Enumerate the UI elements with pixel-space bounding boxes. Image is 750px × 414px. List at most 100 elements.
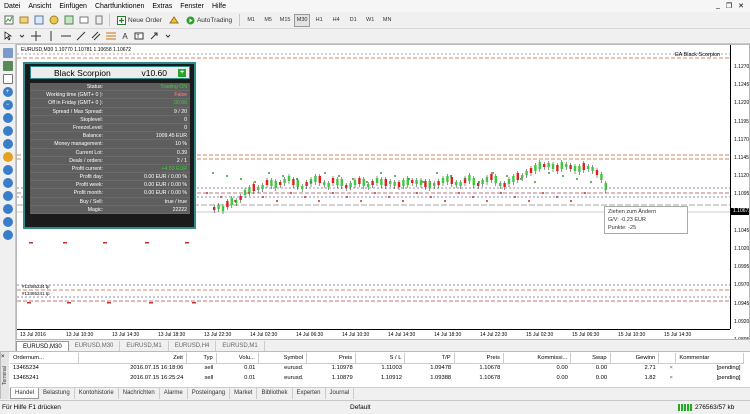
candlestick-icon[interactable] xyxy=(2,60,13,71)
timeframe-m1[interactable]: M1 xyxy=(243,14,259,27)
chevron-down-icon[interactable] xyxy=(16,30,28,43)
tester-icon[interactable] xyxy=(92,14,106,27)
column-header[interactable]: Symbol xyxy=(258,353,308,364)
table-row[interactable]: 13465234 2016.07.15 16:18:06 sell 0.01 eurus… xyxy=(10,363,744,373)
trendline-icon[interactable] xyxy=(74,30,88,43)
terminal-tab[interactable]: Posteingang xyxy=(188,388,231,399)
terminal-tab[interactable]: Bibliothek xyxy=(257,388,293,399)
column-header[interactable]: Typ xyxy=(186,353,217,364)
timeframe-m5[interactable]: M5 xyxy=(260,14,276,27)
fibonacci-icon[interactable] xyxy=(104,30,118,43)
order-line-label[interactable]: #13465234 tp xyxy=(22,284,50,289)
data-window-icon[interactable] xyxy=(47,14,61,27)
bar-chart-icon[interactable] xyxy=(2,47,13,58)
new-order-button[interactable]: Neue Order xyxy=(113,14,166,27)
table-row[interactable]: 13465241 2016.07.15 16:25:24 sell 0.01 eurus… xyxy=(10,373,744,383)
expand-plus-icon[interactable]: + xyxy=(178,69,186,77)
tile-windows-icon[interactable] xyxy=(2,112,13,123)
line-chart-icon[interactable] xyxy=(2,73,13,84)
column-header[interactable]: Kommentar xyxy=(675,353,744,364)
close-icon[interactable]: × xyxy=(1,354,5,360)
periods-icon[interactable] xyxy=(2,164,13,175)
price-axis[interactable]: 1.1270 1.1245 1.1220 1.1195 1.1170 1.1145 1.11… xyxy=(730,45,749,339)
label-icon[interactable]: T xyxy=(132,30,146,43)
table-cell: 0.00 xyxy=(595,375,608,381)
column-header[interactable]: Preis xyxy=(454,353,504,364)
terminal-tab[interactable]: Journal xyxy=(326,388,355,399)
terminal-tab[interactable]: Market xyxy=(230,388,258,399)
terminal-tab[interactable]: Nachrichten xyxy=(119,388,160,399)
menu-chartfunktionen[interactable]: Chartfunktionen xyxy=(91,3,148,10)
column-header[interactable]: Volu... xyxy=(216,353,259,364)
timeframe-m15[interactable]: M15 xyxy=(277,14,293,27)
arrows-icon[interactable] xyxy=(147,30,161,43)
column-header[interactable]: Ordernum... xyxy=(10,353,79,364)
crosshair-icon[interactable] xyxy=(29,30,43,43)
menu-datei[interactable]: Datei xyxy=(0,3,24,10)
profiles-icon[interactable] xyxy=(17,14,31,27)
vertical-line-icon[interactable] xyxy=(44,30,58,43)
menu-extras[interactable]: Extras xyxy=(148,3,176,10)
cursor-icon[interactable] xyxy=(2,30,15,43)
terminal-tab[interactable]: Experten xyxy=(293,388,326,399)
text-icon[interactable]: A xyxy=(119,30,131,43)
equidistant-channel-icon[interactable] xyxy=(89,30,103,43)
timeframe-w1[interactable]: W1 xyxy=(362,14,378,27)
column-header[interactable]: Kommissi... xyxy=(503,353,572,364)
close-button[interactable]: ✕ xyxy=(738,2,744,10)
clock-icon[interactable] xyxy=(2,203,13,214)
close-order-icon[interactable]: × xyxy=(659,373,676,383)
zoom-in-icon[interactable]: + xyxy=(2,86,13,97)
column-header[interactable] xyxy=(658,353,677,364)
menu-einfuegen[interactable]: Einfügen xyxy=(55,3,91,10)
terminal-tab[interactable]: Handel xyxy=(10,388,40,399)
refresh-icon[interactable] xyxy=(2,229,13,240)
chart-tab[interactable]: EURUSD,M30 xyxy=(69,341,121,351)
navigator-icon[interactable] xyxy=(62,14,76,27)
column-header[interactable]: S / L xyxy=(355,353,406,364)
timeframe-h1[interactable]: H1 xyxy=(311,14,327,27)
zoom-out-icon[interactable]: − xyxy=(2,99,13,110)
order-line-label[interactable]: #13465241 tp xyxy=(22,291,50,296)
time-axis[interactable]: 13 Jul 2016 13 Jul 10:30 13 Jul 14:30 13 Ju… xyxy=(17,329,730,339)
panel-row-label: Profit current: xyxy=(71,165,103,172)
terminal-tab[interactable]: Alarme xyxy=(160,388,188,399)
settings-icon[interactable] xyxy=(2,216,13,227)
timeframe-mn[interactable]: MN xyxy=(379,14,395,27)
timeframe-d1[interactable]: D1 xyxy=(345,14,361,27)
indicators-icon[interactable] xyxy=(2,151,13,162)
minimize-button[interactable]: _ xyxy=(716,2,720,10)
autotrading-button[interactable]: AutoTrading xyxy=(182,14,236,27)
restore-button[interactable]: ❐ xyxy=(726,2,732,10)
terminal-icon[interactable] xyxy=(77,14,91,27)
chart-tab[interactable]: EURUSD,M30 xyxy=(16,341,69,351)
chart-tab[interactable]: EURUSD,H4 xyxy=(169,341,217,351)
market-watch-icon[interactable] xyxy=(32,14,46,27)
column-header[interactable]: Swap xyxy=(570,353,611,364)
horizontal-line-icon[interactable] xyxy=(59,30,73,43)
terminal-tab[interactable]: Kontohistorie xyxy=(75,388,119,399)
column-header[interactable]: Zeit xyxy=(78,353,187,364)
chart-tab[interactable]: EURUSD,M1 xyxy=(216,341,265,351)
timeframe-m30[interactable]: M30 xyxy=(294,13,311,27)
metaeditor-icon[interactable] xyxy=(167,14,181,27)
history-icon[interactable] xyxy=(2,190,13,201)
new-chart-icon[interactable] xyxy=(2,14,16,27)
buy-arrow-marker xyxy=(394,175,396,177)
status-profile[interactable]: Default xyxy=(350,401,371,414)
chevron-down-icon[interactable] xyxy=(162,30,174,43)
menu-ansicht[interactable]: Ansicht xyxy=(24,3,55,10)
chart-shift-icon[interactable] xyxy=(2,138,13,149)
templates-icon[interactable] xyxy=(2,177,13,188)
menu-fenster[interactable]: Fenster xyxy=(176,3,208,10)
column-header[interactable]: Gewinn xyxy=(610,353,660,364)
autoscroll-icon[interactable] xyxy=(2,125,13,136)
column-header[interactable]: T/P xyxy=(404,353,455,364)
chart-tab[interactable]: EURUSD,M1 xyxy=(120,341,169,351)
column-header[interactable]: Preis xyxy=(306,353,357,364)
menu-hilfe[interactable]: Hilfe xyxy=(208,3,230,10)
timeframe-h4[interactable]: H4 xyxy=(328,14,344,27)
terminal-tab[interactable]: Belastung xyxy=(39,388,75,399)
time-tick-label: 15 Jul 06:30 xyxy=(572,332,600,338)
close-order-icon[interactable]: × xyxy=(659,363,676,373)
